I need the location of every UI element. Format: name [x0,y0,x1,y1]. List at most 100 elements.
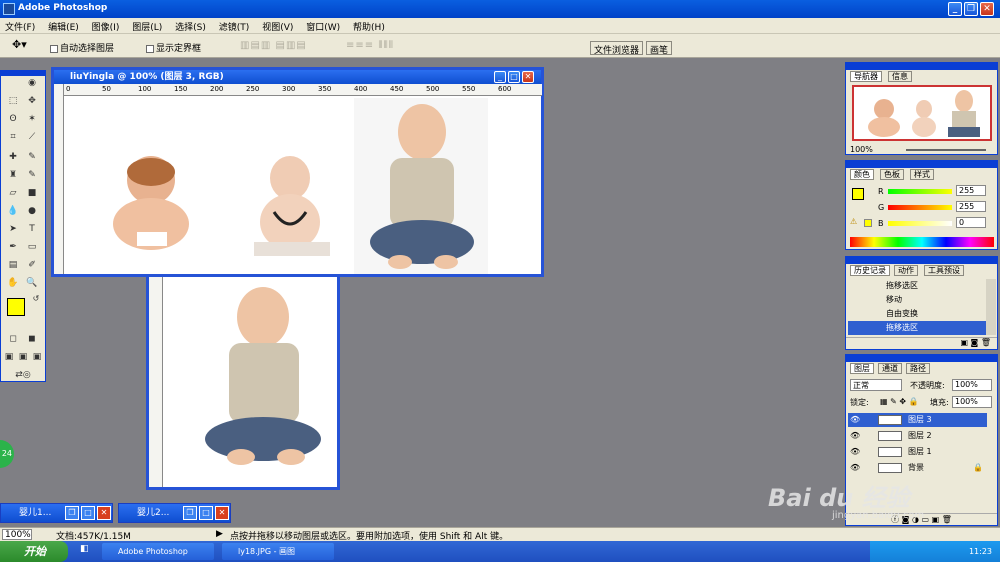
marquee-tool-icon[interactable]: ⬚ [6,94,20,108]
history-brush-icon[interactable]: ✎ [25,168,39,182]
bounding-box-checkbox[interactable] [146,44,154,53]
hand-tool-icon[interactable]: ✋ [6,276,20,290]
healing-brush-icon[interactable]: ✚ [6,150,20,164]
color-spectrum[interactable] [850,237,994,247]
tab-info[interactable]: 信息 [888,71,912,82]
crop-tool-icon[interactable]: ⌗ [6,130,20,144]
eye-icon[interactable]: 👁 [850,429,860,443]
close-button[interactable]: ✕ [980,2,994,16]
dodge-tool-icon[interactable]: ● [25,204,39,218]
brush-tool-icon[interactable]: ✎ [25,150,39,164]
b-slider[interactable] [888,221,952,226]
swap-colors-icon[interactable]: ↺ [31,292,41,303]
menu-filter[interactable]: 滤镜(T) [214,18,255,35]
jump-to-imageready-icon[interactable]: ⇄◎ [7,368,39,382]
status-zoom[interactable]: 100% [2,529,32,540]
notification-badge[interactable]: 24 [0,440,14,468]
layer-row[interactable]: 👁 图层 2 [848,429,987,443]
maximize-icon[interactable]: □ [81,506,95,520]
restore-icon[interactable]: ❐ [183,506,197,520]
move-tool-icon[interactable]: ✥▾ [12,38,27,51]
doc-close-button[interactable]: ✕ [522,71,534,83]
zoom-tool-icon[interactable]: 🔍 [25,276,39,290]
clock[interactable]: 11:23 [969,547,992,556]
notes-tool-icon[interactable]: ▤ [6,258,20,272]
foreground-color-swatch[interactable] [7,298,25,316]
navigator-zoom[interactable]: 100% [850,145,873,154]
close-icon[interactable]: ✕ [97,506,111,520]
history-item[interactable]: 自由变换 [848,307,987,321]
taskbar-item-paint[interactable]: ly18.JPG - 画图 [222,543,334,560]
auto-select-layer-option[interactable]: 自动选择图层 [50,41,114,54]
history-item-selected[interactable]: 拖移选区 [848,321,987,335]
restore-button[interactable]: ❐ [964,2,978,16]
file-browser-tab[interactable]: 文件浏览器 [590,41,644,56]
opacity-field[interactable]: 100% [952,379,992,391]
auto-select-checkbox[interactable] [50,44,58,53]
zoom-slider[interactable] [906,149,986,151]
tab-channels[interactable]: 通道 [878,363,902,374]
menu-layer[interactable]: 图层(L) [127,18,167,35]
path-select-icon[interactable]: ➤ [6,222,20,236]
lock-icons[interactable]: ▦ ✎ ✥ 🔒 [880,397,919,406]
eye-icon[interactable]: 👁 [850,445,860,459]
tab-navigator[interactable]: 导航器 [850,71,882,82]
arrow-icon[interactable]: ▶ [216,529,223,539]
fg-color-swatch[interactable] [852,188,864,200]
blend-mode-select[interactable]: 正常 [850,379,902,391]
tab-actions[interactable]: 动作 [894,265,918,276]
tab-layers[interactable]: 图层 [850,363,874,374]
menu-file[interactable]: 文件(F) [0,18,40,35]
r-slider[interactable] [888,189,952,194]
tab-color[interactable]: 颜色 [850,169,874,180]
pen-tool-icon[interactable]: ✒ [6,240,20,254]
maximize-icon[interactable]: □ [199,506,213,520]
move-tool-icon[interactable]: ✥ [25,94,39,108]
minimized-doc-2[interactable]: 婴儿2... ❐ □ ✕ [118,503,231,523]
taskbar-item-photoshop[interactable]: Adobe Photoshop [102,543,214,560]
menu-image[interactable]: 图像(I) [87,18,125,35]
minimized-doc-1[interactable]: 婴儿1... ❐ □ ✕ [0,503,113,523]
brushes-tab[interactable]: 画笔 [646,41,673,56]
show-bounding-box-option[interactable]: 显示定界框 [146,41,201,54]
eraser-tool-icon[interactable]: ▱ [6,186,20,200]
restore-icon[interactable]: ❐ [65,506,79,520]
navigator-preview[interactable] [852,85,992,141]
fill-field[interactable]: 100% [952,396,992,408]
type-tool-icon[interactable]: T [25,222,39,236]
clone-stamp-icon[interactable]: ♜ [6,168,20,182]
layer-row-selected[interactable]: 👁 图层 3 [848,413,987,427]
layer-row[interactable]: 👁 图层 1 [848,445,987,459]
doc-minimize-button[interactable]: _ [494,71,506,83]
screen-mode-1-icon[interactable]: ▣ [3,350,15,364]
r-value[interactable]: 255 [956,185,986,196]
quick-launch-icon[interactable]: ◧ [80,544,89,554]
eyedropper-icon[interactable]: ✐ [25,258,39,272]
menu-window[interactable]: 窗口(W) [301,18,345,35]
tab-history[interactable]: 历史记录 [850,265,890,276]
slice-tool-icon[interactable]: ⟋ [25,130,39,144]
standard-mode-icon[interactable]: ◻ [6,332,20,346]
start-button[interactable]: 开始 [0,541,68,562]
tab-swatches[interactable]: 色板 [880,169,904,180]
menu-view[interactable]: 视图(V) [257,18,298,35]
document-window-main[interactable]: liuYingla @ 100% (图层 3, RGB) _ □ ✕ 0 50 … [51,67,544,277]
tab-styles[interactable]: 样式 [910,169,934,180]
screen-mode-2-icon[interactable]: ▣ [17,350,29,364]
history-scrollbar[interactable] [986,279,996,335]
history-item[interactable]: 拖移选区 [848,279,987,293]
b-value[interactable]: 0 [956,217,986,228]
menu-help[interactable]: 帮助(H) [348,18,390,35]
eye-icon[interactable]: 👁 [850,461,860,475]
screen-mode-3-icon[interactable]: ▣ [31,350,43,364]
close-icon[interactable]: ✕ [215,506,229,520]
minimize-button[interactable]: _ [948,2,962,16]
history-item[interactable]: 移动 [848,293,987,307]
quickmask-mode-icon[interactable]: ◼ [25,332,39,346]
gradient-tool-icon[interactable]: ■ [25,186,39,200]
tab-paths[interactable]: 路径 [906,363,930,374]
doc-maximize-button[interactable]: □ [508,71,520,83]
menu-edit[interactable]: 编辑(E) [43,18,84,35]
shape-tool-icon[interactable]: ▭ [25,240,39,254]
tab-tool-presets[interactable]: 工具预设 [924,265,964,276]
